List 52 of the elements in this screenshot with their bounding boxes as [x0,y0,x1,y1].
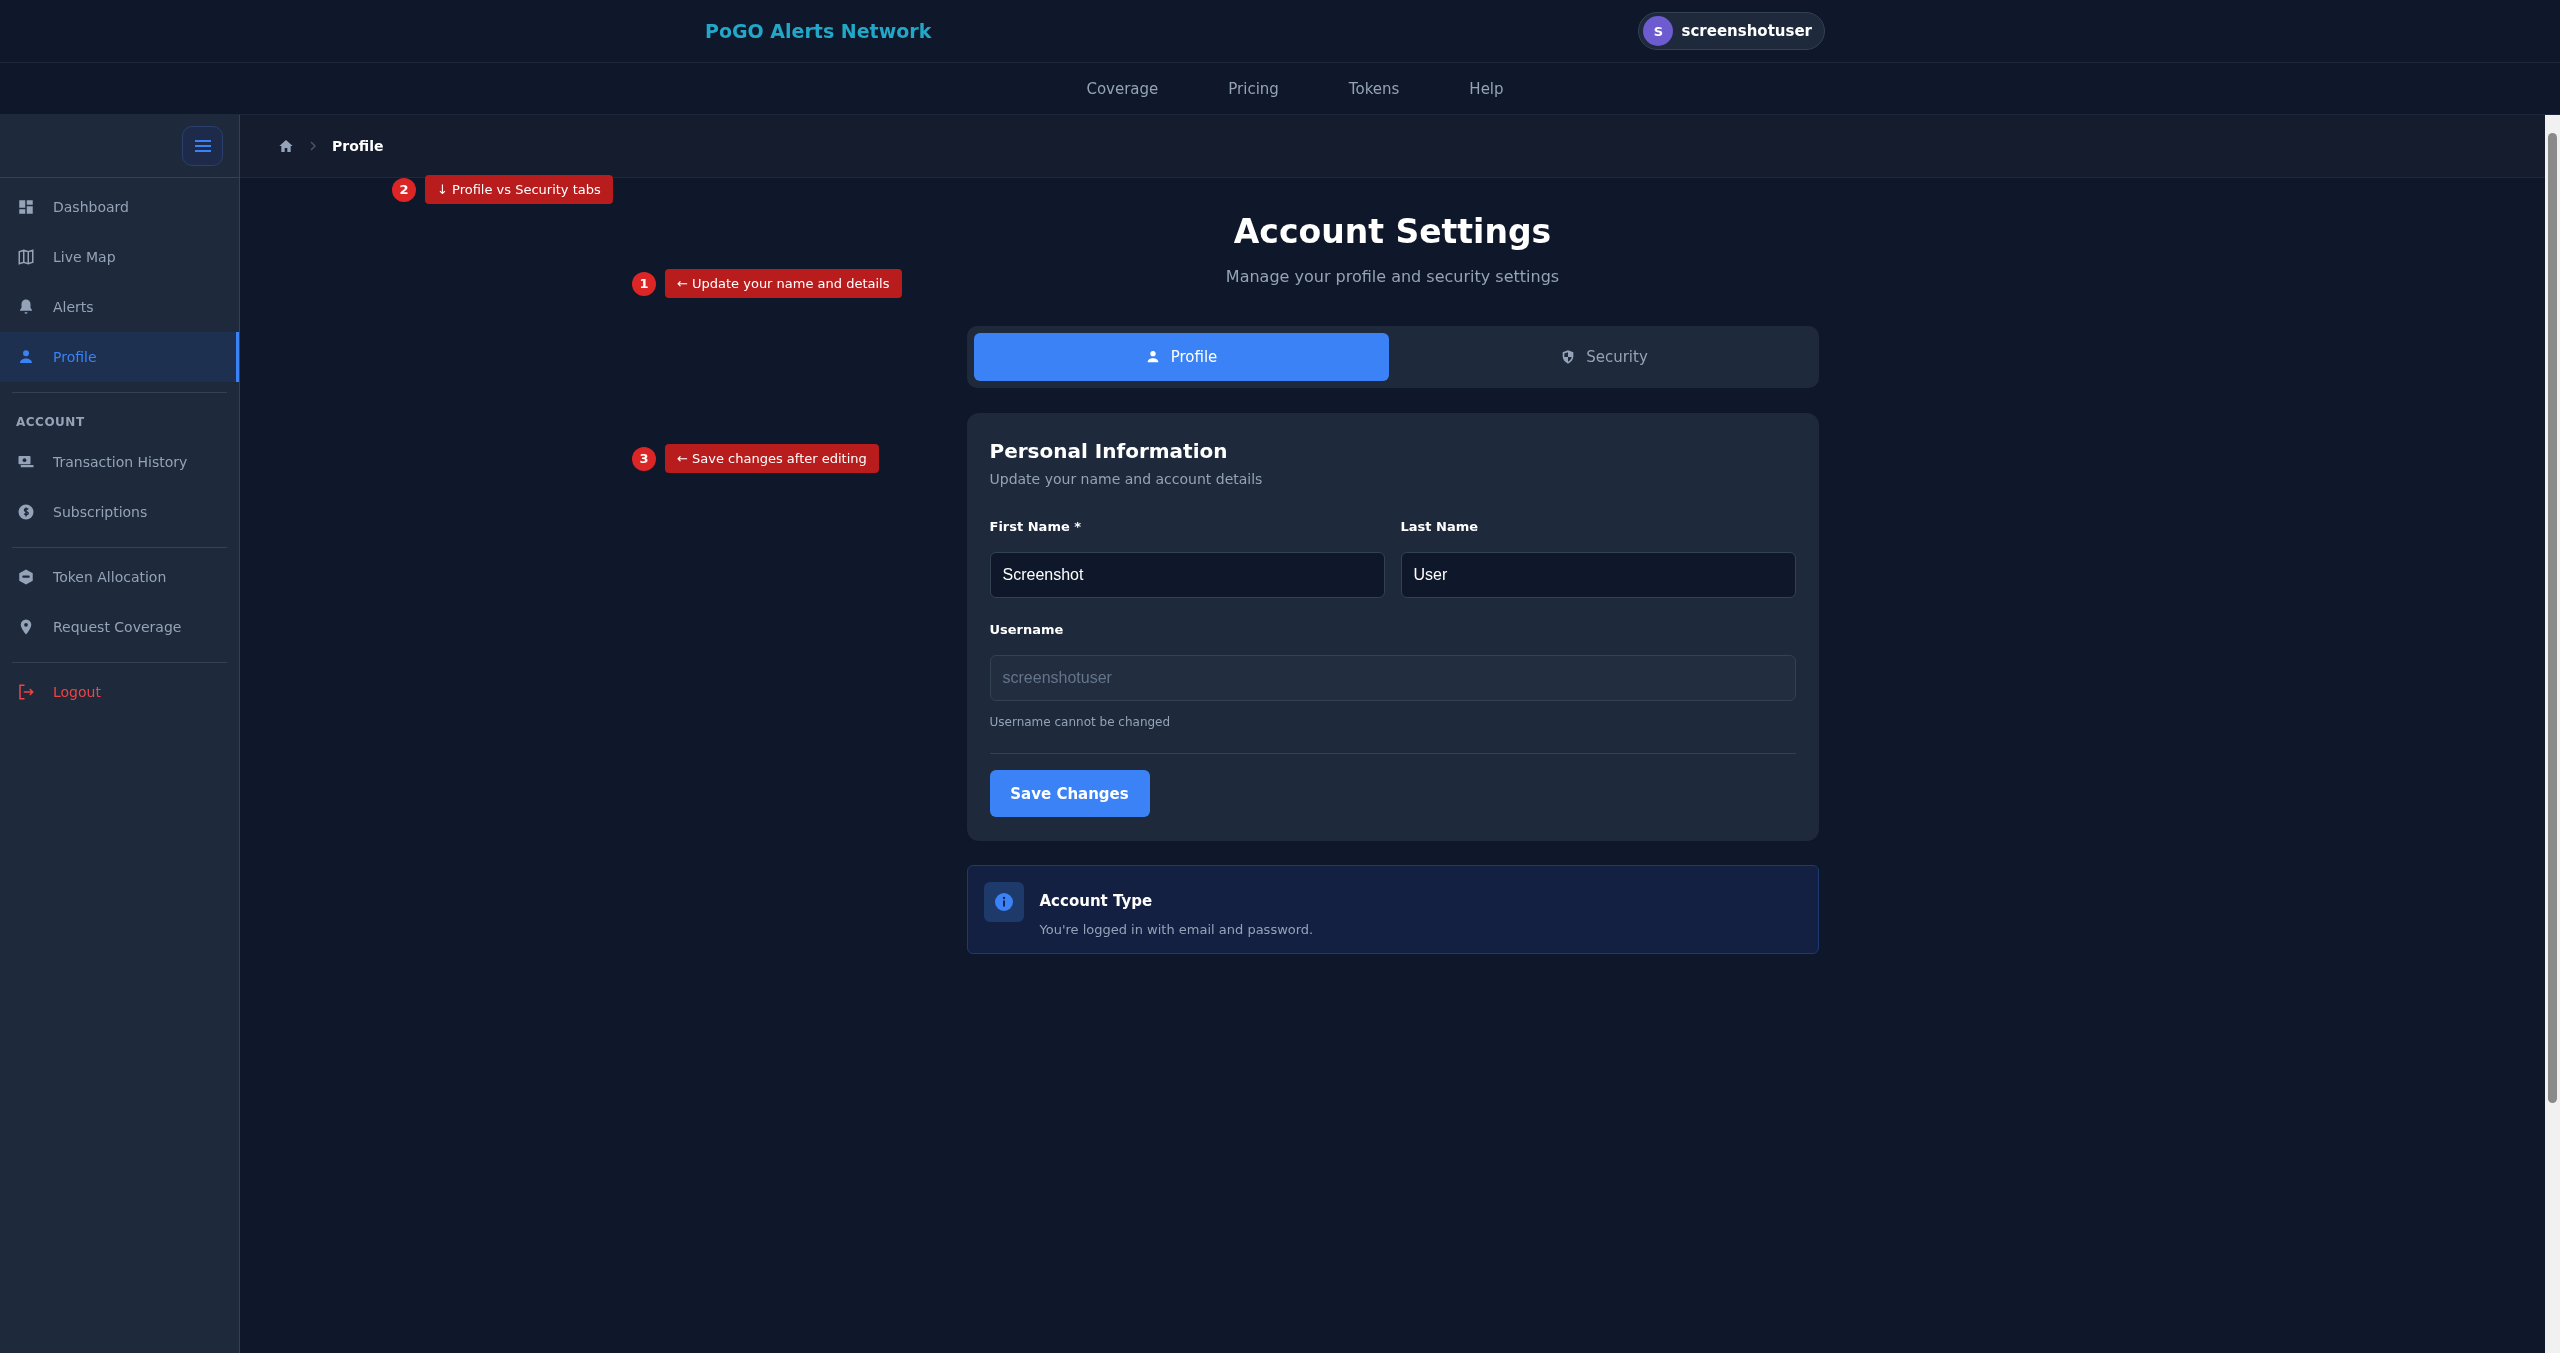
field-label: First Name * [989,519,1083,534]
breadcrumb-current: Profile [332,138,384,154]
sidebar-item[interactable]: Logout [0,667,239,717]
annotation-label: ↓ Profile vs Security tabs [425,175,613,204]
menu-icon [194,139,211,153]
dollar-icon [17,503,35,521]
field-label: Username [989,622,1065,637]
save-button[interactable]: Save Changes [989,770,1150,817]
section-heading: ACCOUNT [15,414,86,431]
nav-link[interactable]: Pricing [1228,75,1279,102]
dashboard-icon [17,198,35,216]
info-icon [983,882,1024,922]
user-menu[interactable]: S screenshotuser [1638,12,1825,50]
map-icon [17,248,35,266]
input-field[interactable]: Screenshot [989,552,1385,598]
tab[interactable]: Security [1396,333,1812,381]
sidebar-item[interactable]: Alerts [0,282,239,332]
nav-link[interactable]: Coverage [1086,75,1159,102]
card-title: Personal Information [989,439,1229,463]
tab[interactable]: Profile [973,333,1389,381]
sidebar-item[interactable]: Profile [0,332,239,382]
home-icon[interactable] [278,138,294,154]
info-text: You're logged in with email and password. [1039,922,1314,937]
sidebar-item[interactable]: Dashboard [0,182,239,232]
sidebar-item[interactable]: Request Coverage [0,602,239,652]
sidebar-item[interactable]: Transaction History [0,437,239,487]
avatar: S [1643,16,1674,46]
field-label: Last Name [1400,519,1480,534]
sidebar-item[interactable]: Subscriptions [0,487,239,537]
badge-icon [17,568,35,586]
annotation-number: 1 [632,271,656,296]
card-subtitle: Update your name and account details [989,471,1264,487]
logout-icon [17,683,35,701]
annotation-number: 3 [632,446,656,471]
brand-title[interactable]: PoGO Alerts Network [705,20,932,42]
info-title: Account Type [1039,892,1154,910]
menu-button[interactable] [182,126,223,166]
annotation-number: 2 [392,177,416,202]
nav-link[interactable]: Tokens [1348,75,1400,102]
field-hint: Username cannot be changed [989,715,1172,729]
nav-link[interactable]: Help [1469,75,1504,102]
annotation-label: ← Update your name and details [665,269,902,298]
bell-icon [17,298,35,316]
input-field[interactable]: User [1400,552,1796,598]
annotation-label: ← Save changes after editing [665,444,879,473]
chevron-icon [308,141,318,151]
page-subtitle: Manage your profile and security settings [1224,267,1561,286]
scrollbar[interactable] [2545,115,2560,1353]
person-icon [17,348,35,366]
sidebar-item[interactable]: Token Allocation [0,552,239,602]
sidebar-item[interactable]: Live Map [0,232,239,282]
page-title: Account Settings [1232,212,1553,251]
